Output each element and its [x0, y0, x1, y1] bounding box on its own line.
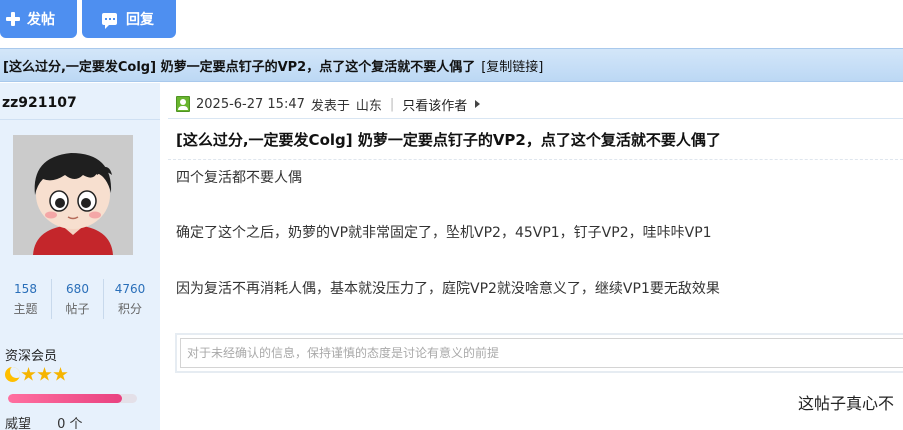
new-post-label: 发帖 — [27, 12, 55, 28]
posted-in-label: 发表于 — [310, 98, 350, 114]
rank-icons — [5, 367, 68, 382]
member-rank[interactable]: 资深会员 — [5, 345, 57, 364]
star-icon — [37, 367, 52, 381]
reply-button[interactable]: 回复 — [82, 0, 176, 38]
triangle-right-icon[interactable] — [475, 100, 481, 108]
avatar[interactable] — [13, 135, 133, 255]
online-status-icon — [176, 96, 190, 112]
divider — [168, 118, 903, 119]
rank-progress-fill — [8, 394, 122, 403]
quick-comment-box — [175, 333, 903, 373]
meta-divider: | — [389, 96, 395, 112]
comment-input[interactable] — [180, 338, 903, 368]
star-icon — [21, 367, 36, 381]
stat-label: 帖子 — [65, 302, 90, 316]
stat-posts[interactable]: 680 帖子 — [52, 279, 104, 319]
divider — [0, 119, 160, 120]
thread-page: 发帖 回复 [这么过分,一定要发Colg] 奶萝一定要点钉子的VP2，点了这个复… — [0, 0, 903, 430]
chat-bubble-icon — [102, 13, 117, 29]
post-body-line: 确定了这个之后，奶萝的VP就非常固定了，坠机VP2，45VP1，钉子VP2，哇咔… — [176, 225, 712, 241]
prestige-value: 0 个 — [57, 417, 83, 430]
star-icon — [53, 367, 68, 381]
reply-label: 回复 — [126, 12, 154, 28]
stat-threads[interactable]: 158 主题 — [0, 279, 52, 319]
thread-title-bar: [这么过分,一定要发Colg] 奶萝一定要点钉子的VP2，点了这个复活就不要人偶… — [0, 48, 903, 82]
post-title: [这么过分,一定要发Colg] 奶萝一定要点钉子的VP2，点了这个复活就不要人偶… — [176, 131, 721, 149]
post-body-line: 四个复活都不要人偶 — [176, 170, 302, 186]
rank-progress-bar — [8, 394, 137, 403]
thread-title: [这么过分,一定要发Colg] 奶萝一定要点钉子的VP2，点了这个复活就不要人偶… — [3, 59, 476, 75]
stat-value: 4760 — [114, 282, 146, 296]
copy-link[interactable]: [复制链接] — [481, 56, 543, 75]
post-body-line: 因为复活不再消耗人偶，基本就没压力了，庭院VP2就没啥意义了，继续VP1要无敌效… — [176, 281, 720, 297]
post-meta: 2025-6-27 15:47 发表于 山东 | 只看该作者 — [176, 93, 481, 115]
author-username[interactable]: zz921107 — [2, 95, 77, 111]
stat-value: 158 — [14, 282, 37, 296]
moon-icon — [5, 367, 20, 382]
stat-label: 主题 — [13, 302, 38, 316]
stat-points[interactable]: 4760 积分 — [104, 279, 156, 319]
view-author-only-link[interactable]: 只看该作者 — [402, 95, 467, 114]
prestige-label: 威望 — [5, 417, 32, 430]
post-location: 山东 — [355, 98, 382, 114]
post-date: 2025-6-27 15:47 — [196, 96, 305, 112]
author-stats: 158 主题 680 帖子 4760 积分 — [0, 279, 160, 319]
divider — [168, 159, 903, 160]
new-post-button[interactable]: 发帖 — [0, 0, 77, 38]
avatar-image — [13, 135, 133, 255]
plus-icon — [6, 12, 20, 26]
stat-label: 积分 — [117, 302, 142, 316]
footer-text: 这帖子真心不 — [798, 394, 895, 413]
author-sidebar: zz921107 158 主题 680 帖子 4760 积分 资深会员 威望 0… — [0, 83, 160, 430]
prestige: 威望 0 个 — [5, 413, 83, 430]
stat-value: 680 — [66, 282, 89, 296]
